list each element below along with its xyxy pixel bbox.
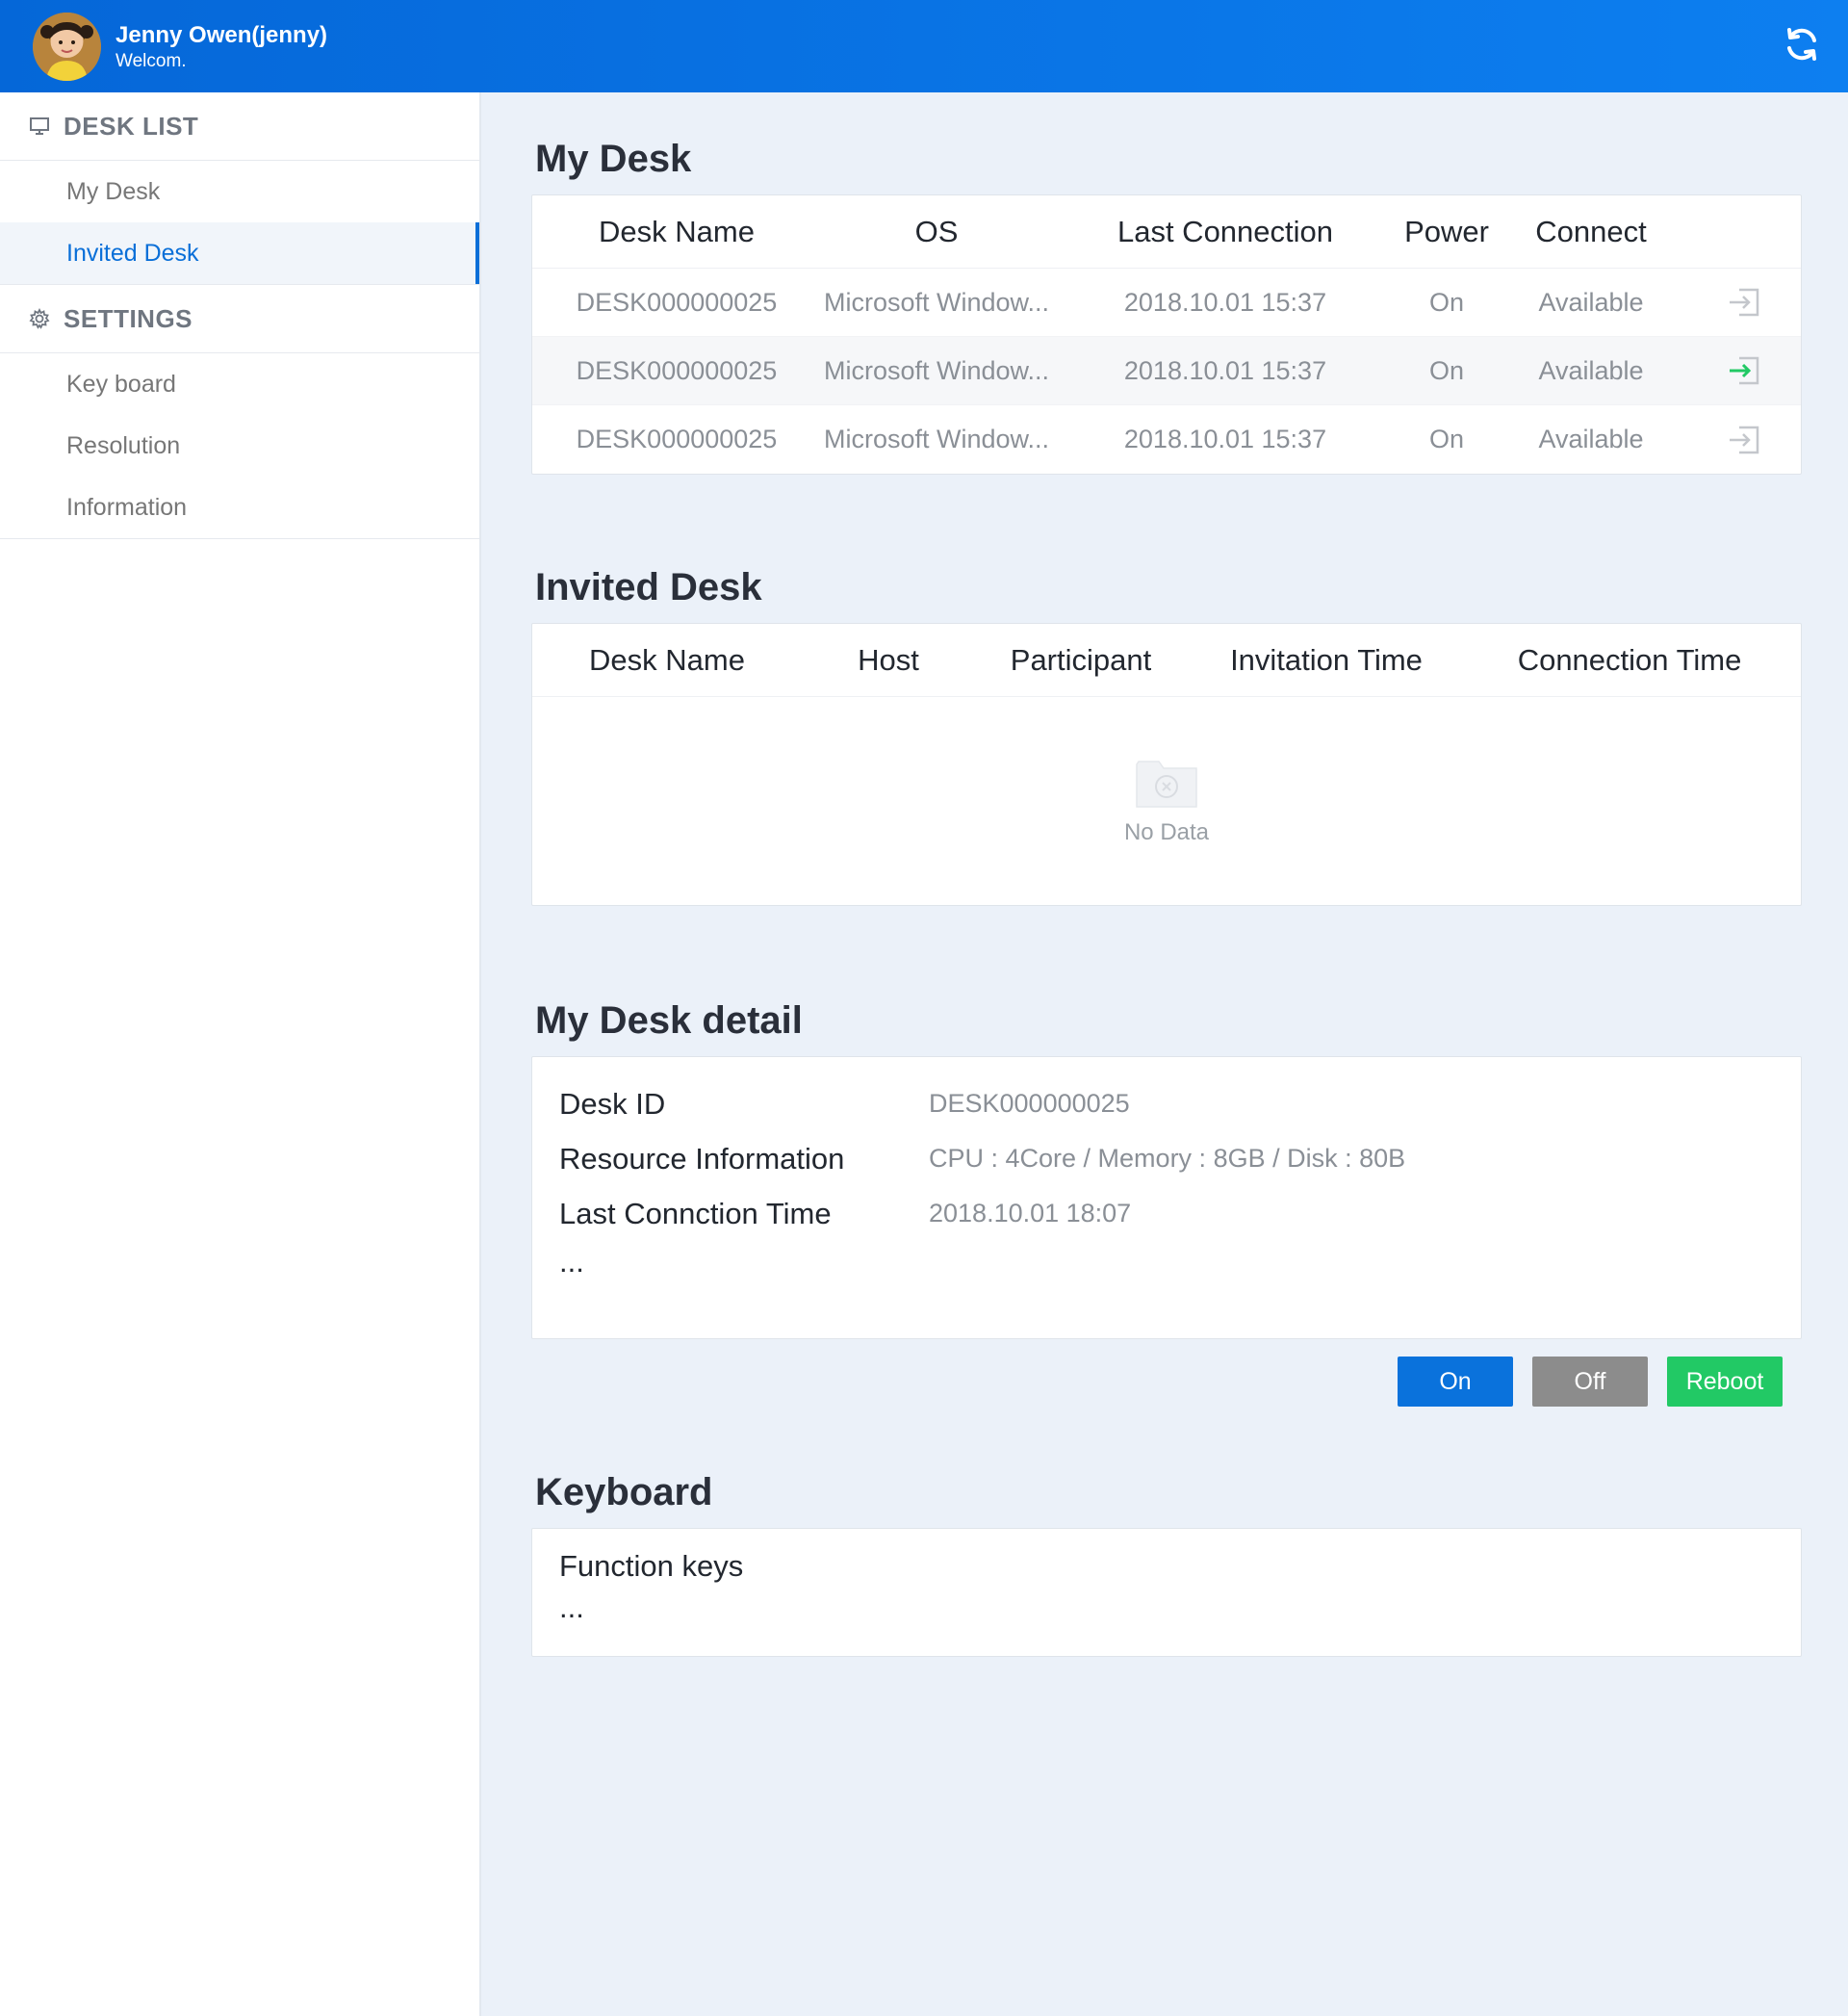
detail-row: Resource Information CPU : 4Core / Memor…: [559, 1131, 1774, 1186]
detail-key: Resource Information: [559, 1141, 845, 1176]
sidebar-item-information[interactable]: Information: [0, 477, 479, 538]
detail-value: CPU : 4Core / Memory : 8GB / Disk : 80B: [929, 1144, 1406, 1173]
detail-row: Last Connction Time 2018.10.01 18:07: [559, 1186, 1774, 1241]
empty-state: No Data: [532, 697, 1801, 905]
last-connection-cell: 2018.10.01 15:37: [1123, 425, 1327, 453]
sign-in-icon[interactable]: [1726, 352, 1762, 389]
top-bar: Jenny Owen(jenny) Welcom.: [0, 0, 1848, 92]
sidebar-item-keyboard[interactable]: Key board: [0, 353, 479, 415]
keyboard-more: ...: [559, 1590, 584, 1624]
power-cell: On: [1428, 287, 1465, 317]
sign-in-icon[interactable]: [1726, 284, 1762, 321]
power-on-button[interactable]: On: [1398, 1357, 1513, 1407]
keyboard-card: Function keys ...: [531, 1528, 1802, 1657]
column-header[interactable]: Connection Time: [1466, 643, 1793, 678]
sidebar-item-my-desk[interactable]: My Desk: [0, 161, 479, 222]
desk-detail-card: Desk ID DESK000000025 Resource Informati…: [531, 1056, 1802, 1339]
power-cell: On: [1428, 355, 1465, 385]
os-cell: Microsoft Window...: [823, 425, 1050, 453]
main-content: My Desk Desk Name OS Last Connection Pow…: [531, 92, 1802, 1657]
refresh-icon: [1784, 26, 1820, 67]
sidebar-item-invited-desk[interactable]: Invited Desk: [0, 222, 479, 284]
sidebar-section-settings: SETTINGS: [0, 285, 479, 353]
detail-key: Last Connction Time: [559, 1196, 832, 1230]
column-header[interactable]: Last Connection: [1052, 215, 1399, 249]
my-desk-table: Desk Name OS Last Connection Power Conne…: [531, 194, 1802, 475]
gear-icon: [29, 308, 50, 329]
column-header[interactable]: Invitation Time: [1187, 643, 1466, 678]
os-cell: Microsoft Window...: [823, 287, 1050, 317]
power-button-group: On Off Reboot: [531, 1357, 1802, 1407]
desk-name-cell: DESK000000025: [576, 355, 778, 385]
column-header[interactable]: Desk Name: [532, 643, 802, 678]
last-connection-cell: 2018.10.01 15:37: [1123, 355, 1327, 385]
detail-value: 2018.10.01 18:07: [929, 1199, 1132, 1228]
user-info: Jenny Owen(jenny) Welcom.: [116, 21, 327, 73]
detail-row: Desk ID DESK000000025: [559, 1076, 1774, 1131]
sidebar-section-label: DESK LIST: [64, 111, 199, 141]
column-header[interactable]: Desk Name: [532, 215, 821, 249]
desk-name-cell: DESK000000025: [576, 425, 778, 453]
table-row[interactable]: DESK000000025 Microsoft Window... 2018.1…: [532, 269, 1801, 337]
empty-folder-icon: [1135, 757, 1198, 814]
table-header: Desk Name OS Last Connection Power Conne…: [532, 195, 1801, 269]
function-keys-label: Function keys: [559, 1549, 744, 1583]
column-header[interactable]: Power: [1399, 215, 1495, 249]
connect-status-cell: Available: [1538, 287, 1644, 317]
monitor-icon: [29, 116, 50, 137]
greeting-text: Welcom.: [116, 51, 187, 71]
desk-list-group: My Desk Invited Desk: [0, 161, 479, 285]
connect-status-cell: Available: [1538, 425, 1644, 453]
avatar[interactable]: [33, 13, 101, 81]
user-name: Jenny Owen(jenny): [116, 22, 328, 48]
sign-in-icon[interactable]: [1726, 422, 1762, 458]
reboot-button[interactable]: Reboot: [1667, 1357, 1783, 1407]
sidebar-item-resolution[interactable]: Resolution: [0, 415, 479, 477]
detail-more: ...: [559, 1245, 584, 1279]
last-connection-cell: 2018.10.01 15:37: [1123, 287, 1327, 317]
empty-state-text: No Data: [1123, 818, 1210, 845]
section-title-detail: My Desk detail: [535, 999, 803, 1042]
power-cell: On: [1428, 425, 1465, 453]
column-header[interactable]: OS: [821, 215, 1052, 249]
table-row[interactable]: DESK000000025 Microsoft Window... 2018.1…: [532, 337, 1801, 405]
power-off-button[interactable]: Off: [1532, 1357, 1648, 1407]
section-title-invited-desk: Invited Desk: [535, 566, 762, 608]
sidebar: DESK LIST My Desk Invited Desk SETTINGS …: [0, 92, 481, 2016]
sidebar-section-label: SETTINGS: [64, 303, 193, 333]
table-row[interactable]: DESK000000025 Microsoft Window... 2018.1…: [532, 405, 1801, 474]
connect-status-cell: Available: [1538, 355, 1644, 385]
sidebar-section-desk-list: DESK LIST: [0, 92, 479, 161]
invited-desk-table: Desk Name Host Participant Invitation Ti…: [531, 623, 1802, 906]
column-header[interactable]: Connect: [1495, 215, 1687, 249]
detail-key: Desk ID: [559, 1086, 666, 1121]
table-header: Desk Name Host Participant Invitation Ti…: [532, 624, 1801, 697]
refresh-button[interactable]: [1783, 25, 1821, 67]
section-title-keyboard: Keyboard: [535, 1471, 713, 1513]
settings-group: Key board Resolution Information: [0, 353, 479, 539]
os-cell: Microsoft Window...: [823, 355, 1050, 385]
detail-value: DESK000000025: [929, 1089, 1130, 1118]
section-title-my-desk: My Desk: [535, 138, 692, 180]
desk-name-cell: DESK000000025: [576, 287, 778, 317]
column-header[interactable]: Host: [802, 643, 975, 678]
column-header[interactable]: Participant: [975, 643, 1187, 678]
